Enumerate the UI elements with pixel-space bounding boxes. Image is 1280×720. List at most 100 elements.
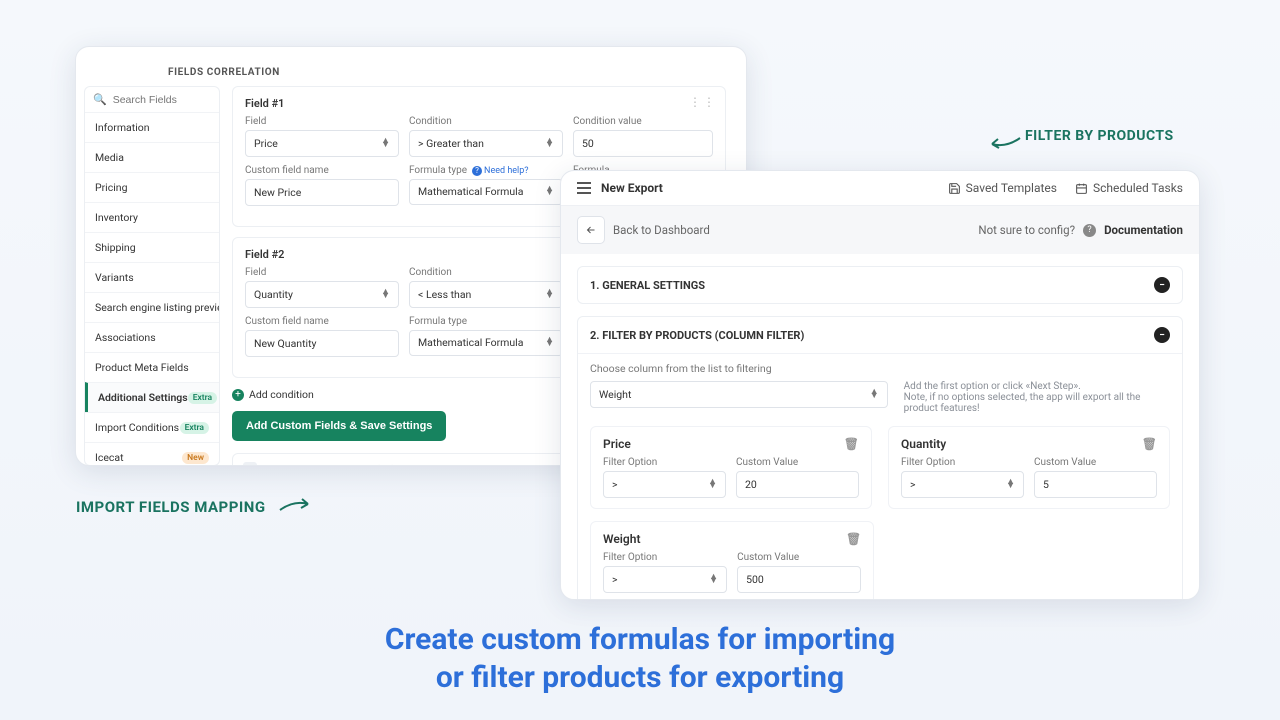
back-button[interactable]: [577, 216, 605, 244]
quantity-filter-value-input[interactable]: 5: [1034, 471, 1157, 498]
field-2-condition-select[interactable]: < Less than ▲▼: [409, 281, 563, 308]
main-tagline: Create custom formulas for importing or …: [0, 621, 1280, 696]
caret-icon: ▲▼: [545, 339, 554, 346]
sidebar-item-seo-preview[interactable]: Search engine listing preview: [85, 292, 219, 322]
filter-price-title: Price: [603, 437, 631, 451]
label-custom-value: Custom Value: [737, 552, 861, 563]
filter-products-head[interactable]: 2. FILTER BY PRODUCTS (COLUMN FILTER) −: [578, 317, 1182, 353]
caret-icon: ▲▼: [381, 140, 390, 147]
label-custom-field-name: Custom field name: [245, 165, 399, 176]
arrow-import-icon: [278, 494, 312, 514]
delete-weight-filter-icon[interactable]: 🗑: [846, 532, 861, 546]
caret-icon: ▲▼: [545, 140, 554, 147]
filter-card-weight: Weight 🗑 Filter Option > ▲▼ Custom V: [590, 521, 874, 600]
plus-icon: +: [232, 389, 244, 401]
general-settings-title: 1. GENERAL SETTINGS: [590, 279, 705, 292]
field-1-condition-select[interactable]: > Greater than ▲▼: [409, 130, 563, 157]
label-field: Field: [245, 116, 399, 127]
sidebar-item-inventory[interactable]: Inventory: [85, 202, 219, 232]
search-fields-input[interactable]: [113, 94, 220, 106]
help-icon: ?: [1083, 224, 1096, 237]
label-condition-value: Condition value: [573, 116, 713, 127]
filter-card-price: Price 🗑 Filter Option > ▲▼ Custom Va: [590, 426, 872, 509]
export-panel: New Export Saved Templates Scheduled Tas…: [560, 170, 1200, 600]
delete-quantity-filter-icon[interactable]: 🗑: [1142, 437, 1157, 451]
collapse-icon: −: [1154, 277, 1170, 293]
menu-icon[interactable]: [577, 187, 591, 189]
arrow-filter-icon: [988, 134, 1022, 154]
filter-notes: Add the first option or click «Next Step…: [904, 381, 1170, 414]
documentation-link[interactable]: Documentation: [1104, 223, 1183, 237]
sidebar-item-information[interactable]: Information: [85, 112, 219, 142]
sidebar-item-variants[interactable]: Variants: [85, 262, 219, 292]
label-field: Field: [245, 267, 399, 278]
quantity-filter-op-select[interactable]: > ▲▼: [901, 471, 1024, 498]
sidebar-item-additional-settings[interactable]: Additional Settings Extra: [85, 382, 219, 412]
sidebar-item-meta-fields[interactable]: Product Meta Fields: [85, 352, 219, 382]
callout-import-mapping: IMPORT FIELDS MAPPING: [76, 498, 266, 516]
list-icon: [243, 462, 257, 466]
field-2-custom-name-input[interactable]: New Quantity: [245, 330, 399, 357]
field-1-field-select[interactable]: Price ▲▼: [245, 130, 399, 157]
field-1-custom-name-input[interactable]: New Price: [245, 179, 399, 206]
save-settings-button[interactable]: Add Custom Fields & Save Settings: [232, 411, 446, 441]
label-condition: Condition: [409, 267, 563, 278]
badge-extra: Extra: [180, 422, 209, 434]
sidebar-item-associations[interactable]: Associations: [85, 322, 219, 352]
delete-price-filter-icon[interactable]: 🗑: [844, 437, 859, 451]
label-formula-type: Formula type ?Need help?: [409, 165, 563, 176]
label-filter-option: Filter Option: [603, 552, 727, 563]
filter-card-quantity: Quantity 🗑 Filter Option > ▲▼ Custom: [888, 426, 1170, 509]
label-filter-option: Filter Option: [603, 457, 726, 468]
sidebar-item-shipping[interactable]: Shipping: [85, 232, 219, 262]
price-filter-value-input[interactable]: 20: [736, 471, 859, 498]
label-condition: Condition: [409, 116, 563, 127]
sidebar-item-icecat[interactable]: Icecat New: [85, 442, 219, 466]
filter-quantity-title: Quantity: [901, 437, 946, 451]
caret-icon: ▲▼: [381, 291, 390, 298]
back-to-dashboard-link[interactable]: Back to Dashboard: [613, 223, 710, 237]
export-topbar: New Export Saved Templates Scheduled Tas…: [561, 171, 1199, 206]
weight-filter-value-input[interactable]: 500: [737, 566, 861, 593]
export-subbar: Back to Dashboard Not sure to config? ? …: [561, 206, 1199, 254]
sidebar-item-media[interactable]: Media: [85, 142, 219, 172]
price-filter-op-select[interactable]: > ▲▼: [603, 471, 726, 498]
field-1-title: Field #1: [245, 97, 713, 110]
caret-icon: ▲▼: [870, 391, 879, 398]
badge-new: New: [182, 452, 209, 464]
sidebar-item-import-conditions[interactable]: Import Conditions Extra: [85, 412, 219, 442]
badge-extra: Extra: [188, 392, 217, 404]
need-help-link[interactable]: ?Need help?: [472, 166, 529, 176]
fields-correlation-title: FIELDS CORRELATION: [76, 61, 746, 86]
arrow-left-icon: [585, 224, 597, 236]
column-select[interactable]: Weight ▲▼: [590, 381, 888, 408]
expand-icon: −: [1154, 327, 1170, 343]
caret-icon: ▲▼: [709, 576, 718, 583]
caret-icon: ▲▼: [708, 481, 717, 488]
export-title: New Export: [601, 181, 663, 195]
caret-icon: ▲▼: [545, 188, 554, 195]
saved-templates-link[interactable]: Saved Templates: [948, 181, 1057, 195]
search-icon: 🔍: [93, 93, 107, 106]
scheduled-tasks-link[interactable]: Scheduled Tasks: [1075, 181, 1183, 195]
callout-filter-by-products: FILTER BY PRODUCTS: [1025, 128, 1174, 144]
field-2-field-select[interactable]: Quantity ▲▼: [245, 281, 399, 308]
drag-handle-icon[interactable]: ⋮⋮: [689, 95, 717, 109]
label-custom-value: Custom Value: [736, 457, 859, 468]
save-icon: [948, 182, 961, 195]
field-2-formula-type-select[interactable]: Mathematical Formula ▲▼: [409, 330, 563, 356]
filter-products-title: 2. FILTER BY PRODUCTS (COLUMN FILTER): [590, 329, 804, 342]
field-1-formula-type-select[interactable]: Mathematical Formula ▲▼: [409, 179, 563, 205]
caret-icon: ▲▼: [545, 291, 554, 298]
general-settings-accordion[interactable]: 1. GENERAL SETTINGS −: [577, 266, 1183, 304]
calendar-icon: [1075, 182, 1088, 195]
weight-filter-op-select[interactable]: > ▲▼: [603, 566, 727, 593]
tagline-line-2: or filter products for exporting: [436, 660, 844, 695]
label-custom-field-name: Custom field name: [245, 316, 399, 327]
fields-sidebar: 🔍 Information Media Pricing Inventory Sh…: [84, 86, 220, 466]
filter-weight-title: Weight: [603, 532, 640, 546]
sidebar-item-pricing[interactable]: Pricing: [85, 172, 219, 202]
search-fields-wrap[interactable]: 🔍: [85, 87, 219, 112]
unsure-text: Not sure to config?: [978, 223, 1075, 237]
field-1-condition-value-input[interactable]: 50: [573, 130, 713, 157]
